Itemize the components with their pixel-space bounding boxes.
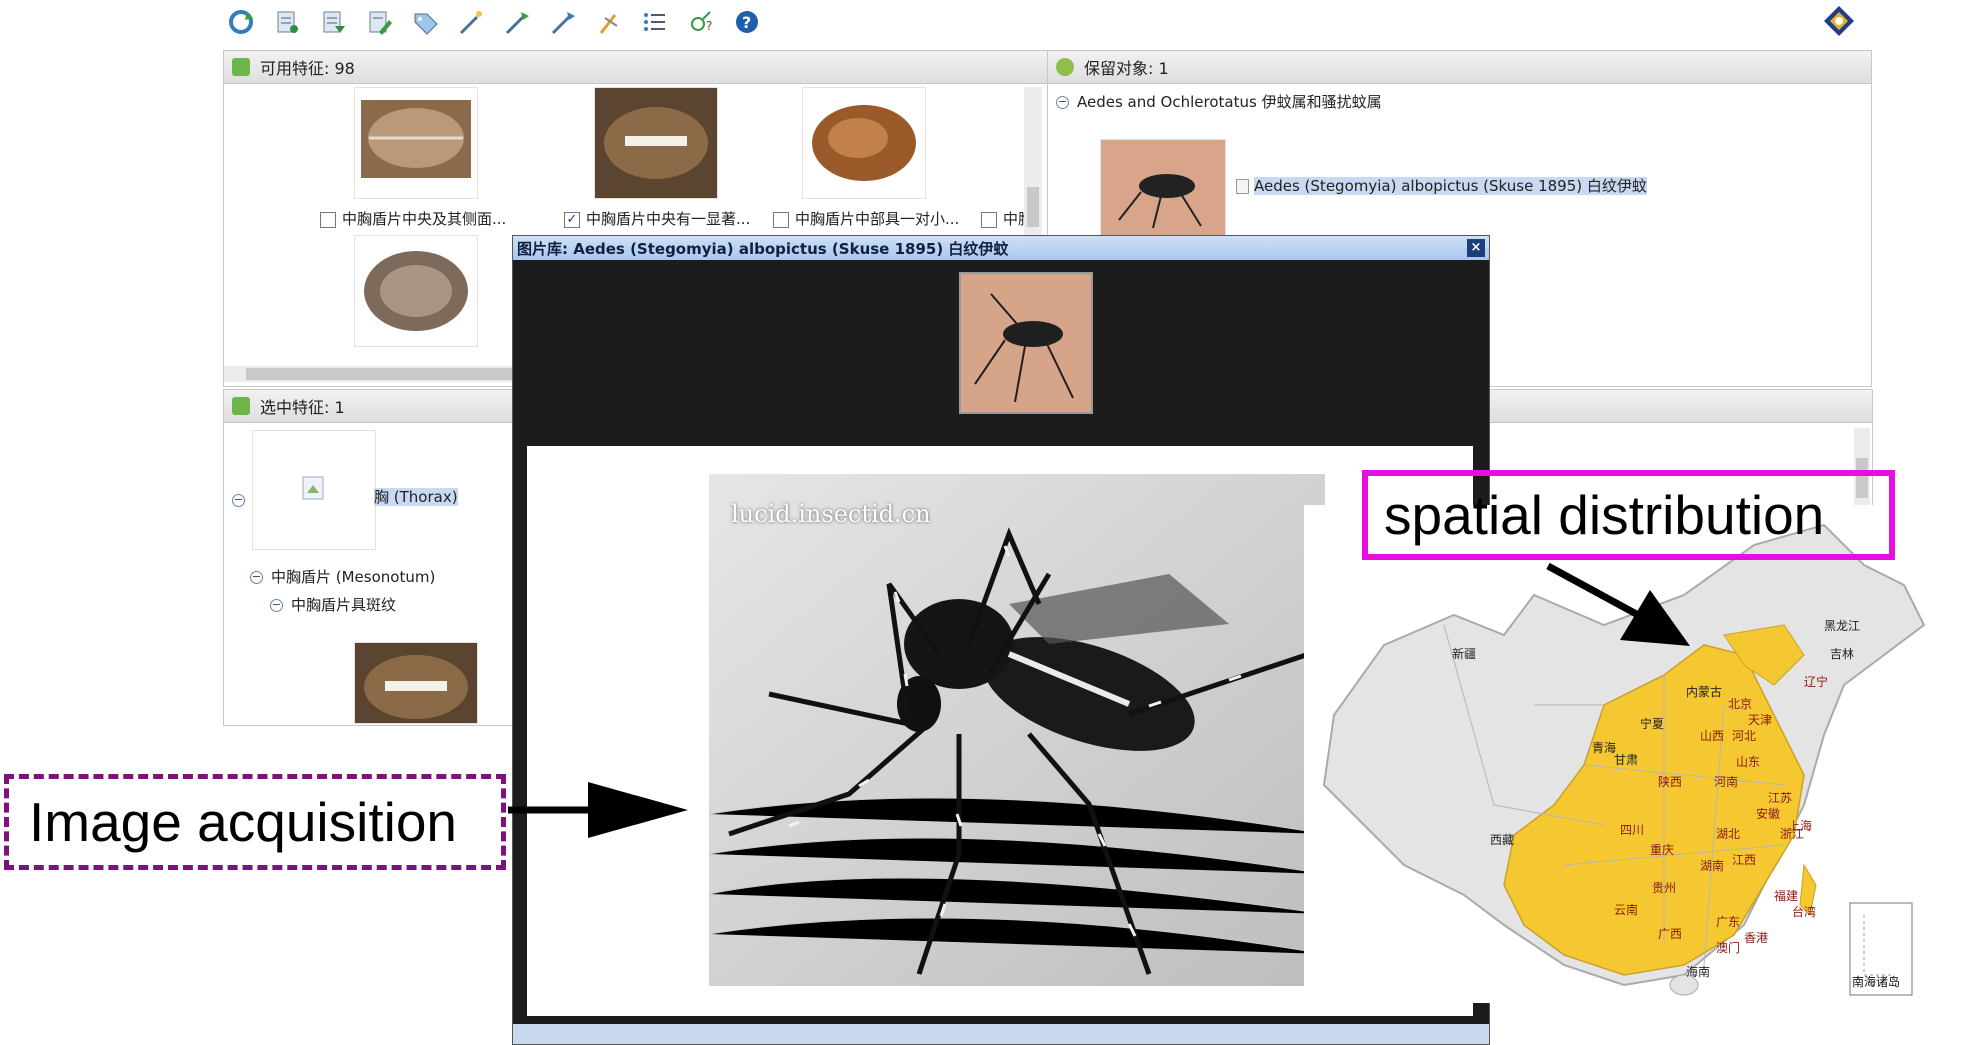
annotation-arrows [508, 562, 1690, 838]
arrow-to-map [1546, 562, 1690, 646]
arrow-to-photo [508, 782, 688, 838]
